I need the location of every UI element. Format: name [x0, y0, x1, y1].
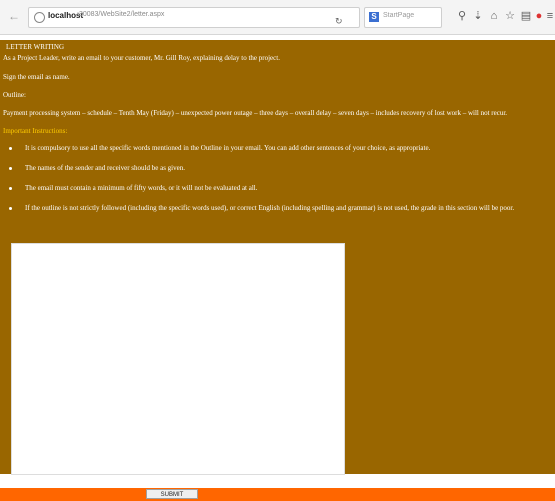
- instruction-item-3: The email must contain a minimum of fift…: [25, 184, 258, 192]
- task-text: As a Project Leader, write an email to y…: [3, 54, 280, 62]
- instruction-item-4: If the outline is not strictly followed …: [25, 204, 515, 212]
- home-icon[interactable]: ⌂: [487, 8, 501, 24]
- submit-bar: SUBMIT: [0, 488, 555, 501]
- instruction-item-1: It is compulsory to use all the specific…: [25, 144, 431, 152]
- outline-text: Payment processing system – schedule – T…: [3, 109, 508, 117]
- address-bar[interactable]: localhost :30083/WebSite2/letter.aspx ↻: [28, 7, 360, 28]
- search-engine-icon: S: [369, 12, 379, 22]
- submit-button[interactable]: SUBMIT: [146, 489, 198, 499]
- instruction-item-2: The names of the sender and receiver sho…: [25, 164, 185, 172]
- bullet-icon: [9, 147, 12, 150]
- reload-icon[interactable]: ↻: [335, 16, 343, 27]
- key-icon[interactable]: ⚲: [455, 8, 469, 24]
- bullet-icon: [9, 167, 12, 170]
- sign-instruction: Sign the email as name.: [3, 73, 70, 81]
- browser-toolbar: ← localhost :30083/WebSite2/letter.aspx …: [0, 0, 555, 35]
- bullet-icon: [9, 207, 12, 210]
- bullet-icon: [9, 187, 12, 190]
- menu-icon[interactable]: ≡: [543, 8, 555, 24]
- url-path: :30083/WebSite2/letter.aspx: [77, 11, 165, 18]
- globe-icon: [34, 12, 45, 23]
- instructions-label: Important Instructions:: [3, 127, 68, 135]
- clipboard-icon[interactable]: ▤: [519, 8, 533, 24]
- page-heading: LETTER WRITING: [6, 43, 64, 51]
- search-placeholder: StartPage: [383, 12, 415, 19]
- search-bar[interactable]: S StartPage: [364, 7, 442, 28]
- bookmark-star-icon[interactable]: ☆: [503, 8, 517, 24]
- letter-writing-panel: LETTER WRITING As a Project Leader, writ…: [0, 40, 555, 475]
- back-arrow-icon[interactable]: ←: [6, 8, 22, 24]
- download-icon[interactable]: ⇣: [471, 8, 485, 24]
- outline-label: Outline:: [3, 91, 26, 99]
- email-textarea[interactable]: [11, 243, 345, 475]
